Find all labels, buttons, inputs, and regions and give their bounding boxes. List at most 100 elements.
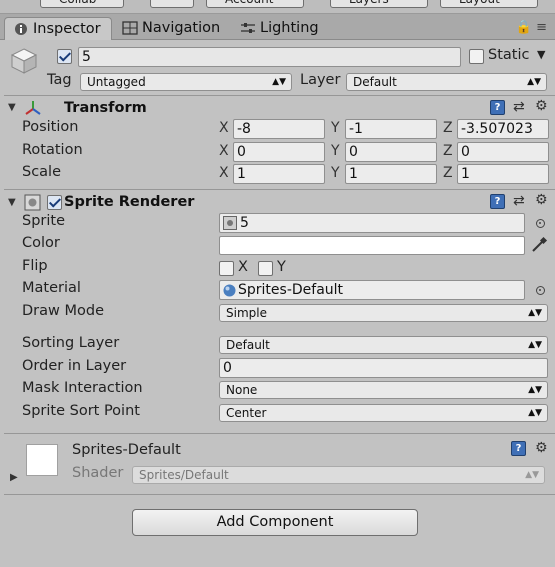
- rotation-z-field[interactable]: 0: [457, 142, 549, 162]
- foldout-arrow-icon[interactable]: ▼: [8, 102, 16, 113]
- tag-label: Tag: [47, 72, 72, 88]
- info-icon: [15, 23, 27, 35]
- axis-label: Z: [443, 165, 453, 181]
- layers-dropdown[interactable]: Layers: [330, 0, 428, 8]
- scale-x-field[interactable]: 1: [233, 164, 325, 184]
- order-in-layer-field[interactable]: 0: [219, 358, 548, 378]
- layer-label: Layer: [300, 72, 341, 88]
- position-z-field[interactable]: -3.507023: [457, 119, 549, 139]
- foldout-arrow-icon[interactable]: ▼: [8, 197, 16, 208]
- color-label: Color: [22, 235, 60, 251]
- divider: [4, 95, 555, 96]
- draw-mode-value: Simple: [226, 306, 267, 320]
- active-checkbox[interactable]: [57, 49, 72, 64]
- layer-dropdown[interactable]: Default ▲▼: [346, 73, 547, 91]
- object-picker-icon[interactable]: [536, 286, 545, 295]
- tag-dropdown[interactable]: Untagged ▲▼: [80, 73, 292, 91]
- transform-row-label: Rotation: [22, 142, 83, 158]
- flip-label: Flip: [22, 258, 48, 274]
- preset-icon[interactable]: ⇄: [513, 193, 525, 209]
- tab-label: Inspector: [33, 21, 101, 37]
- eyedropper-icon[interactable]: [530, 236, 548, 254]
- position-x-field[interactable]: -8: [233, 119, 325, 139]
- main-toolbar: Collab Account Layers Layout: [0, 0, 555, 14]
- tag-value: Untagged: [87, 75, 146, 89]
- transform-icon: [25, 101, 41, 115]
- axis-label: X: [219, 165, 229, 181]
- axis-label: X: [219, 120, 229, 136]
- dropdown-arrow-icon: ▲▼: [527, 77, 541, 87]
- mask-interaction-label: Mask Interaction: [22, 380, 143, 396]
- shader-value: Sprites/Default: [139, 468, 229, 482]
- draw-mode-dropdown[interactable]: Simple ▲▼: [219, 304, 548, 322]
- sprite-asset-icon: [223, 216, 237, 230]
- lighting-icon: [241, 23, 255, 33]
- collab-button[interactable]: Collab: [40, 0, 124, 8]
- gear-icon[interactable]: ⚙: [535, 98, 548, 114]
- preset-icon[interactable]: ⇄: [513, 99, 525, 115]
- transform-row-label: Scale: [22, 164, 62, 180]
- axis-label: Z: [443, 120, 453, 136]
- axis-label: X: [219, 143, 229, 159]
- layer-value: Default: [353, 75, 397, 89]
- sprite-label: Sprite: [22, 213, 66, 229]
- axis-label: Y: [331, 143, 340, 159]
- account-button[interactable]: Account: [206, 0, 304, 8]
- rotation-y-field[interactable]: 0: [345, 142, 437, 162]
- sorting-layer-value: Default: [226, 338, 270, 352]
- sprite-sort-point-dropdown[interactable]: Center ▲▼: [219, 404, 548, 422]
- foldout-arrow-icon[interactable]: ▶: [10, 472, 18, 483]
- rotation-x-field[interactable]: 0: [233, 142, 325, 162]
- flip-y-checkbox[interactable]: [258, 261, 273, 276]
- material-thumbnail: [26, 444, 58, 476]
- cube-icon: [10, 48, 38, 74]
- divider: [4, 189, 555, 190]
- add-component-button[interactable]: Add Component: [132, 509, 418, 536]
- tab-label: Navigation: [142, 20, 221, 36]
- object-name-field[interactable]: 5: [78, 47, 461, 67]
- color-field[interactable]: [219, 236, 525, 255]
- axis-label: Y: [331, 165, 340, 181]
- object-picker-icon[interactable]: [536, 219, 545, 228]
- scale-y-field[interactable]: 1: [345, 164, 437, 184]
- sprite-value: 5: [240, 215, 249, 231]
- divider: [4, 494, 555, 495]
- shader-label: Shader: [72, 465, 124, 481]
- sorting-layer-dropdown[interactable]: Default ▲▼: [219, 336, 548, 354]
- position-y-field[interactable]: -1: [345, 119, 437, 139]
- help-icon[interactable]: ?: [490, 194, 505, 209]
- flip-x-label: X: [238, 259, 248, 275]
- material-field[interactable]: Sprites-Default: [219, 280, 525, 300]
- tab-navigation[interactable]: Navigation: [114, 17, 226, 40]
- help-icon[interactable]: ?: [511, 441, 526, 456]
- navigation-icon: [122, 21, 138, 35]
- lock-icon[interactable]: 🔒 ≡: [516, 20, 547, 35]
- sprite-field[interactable]: 5: [219, 213, 525, 233]
- material-label: Material: [22, 280, 81, 296]
- sprite-sort-point-label: Sprite Sort Point: [22, 403, 140, 419]
- static-checkbox[interactable]: [469, 49, 484, 64]
- tab-inspector[interactable]: Inspector: [4, 17, 112, 40]
- sprite-renderer-enabled-checkbox[interactable]: [47, 195, 62, 210]
- gear-icon[interactable]: ⚙: [535, 440, 548, 456]
- tab-label: Lighting: [260, 20, 319, 36]
- flip-x-checkbox[interactable]: [219, 261, 234, 276]
- material-preview-name: Sprites-Default: [72, 442, 181, 458]
- flip-y-label: Y: [277, 259, 286, 275]
- static-dropdown-arrow-icon[interactable]: ▼: [537, 48, 545, 61]
- sorting-layer-label: Sorting Layer: [22, 335, 120, 351]
- gear-icon[interactable]: ⚙: [535, 192, 548, 208]
- dropdown-arrow-icon: ▲▼: [525, 470, 539, 480]
- static-label: Static: [488, 47, 530, 63]
- material-value: Sprites-Default: [238, 282, 344, 298]
- layout-dropdown[interactable]: Layout: [440, 0, 538, 8]
- shader-dropdown[interactable]: Sprites/Default ▲▼: [132, 466, 545, 484]
- cloud-button[interactable]: [150, 0, 194, 8]
- help-icon[interactable]: ?: [490, 100, 505, 115]
- divider: [4, 433, 555, 434]
- mask-interaction-value: None: [226, 383, 258, 397]
- scale-z-field[interactable]: 1: [457, 164, 549, 184]
- mask-interaction-dropdown[interactable]: None ▲▼: [219, 381, 548, 399]
- tab-lighting[interactable]: Lighting: [232, 17, 332, 40]
- transform-row-label: Position: [22, 119, 79, 135]
